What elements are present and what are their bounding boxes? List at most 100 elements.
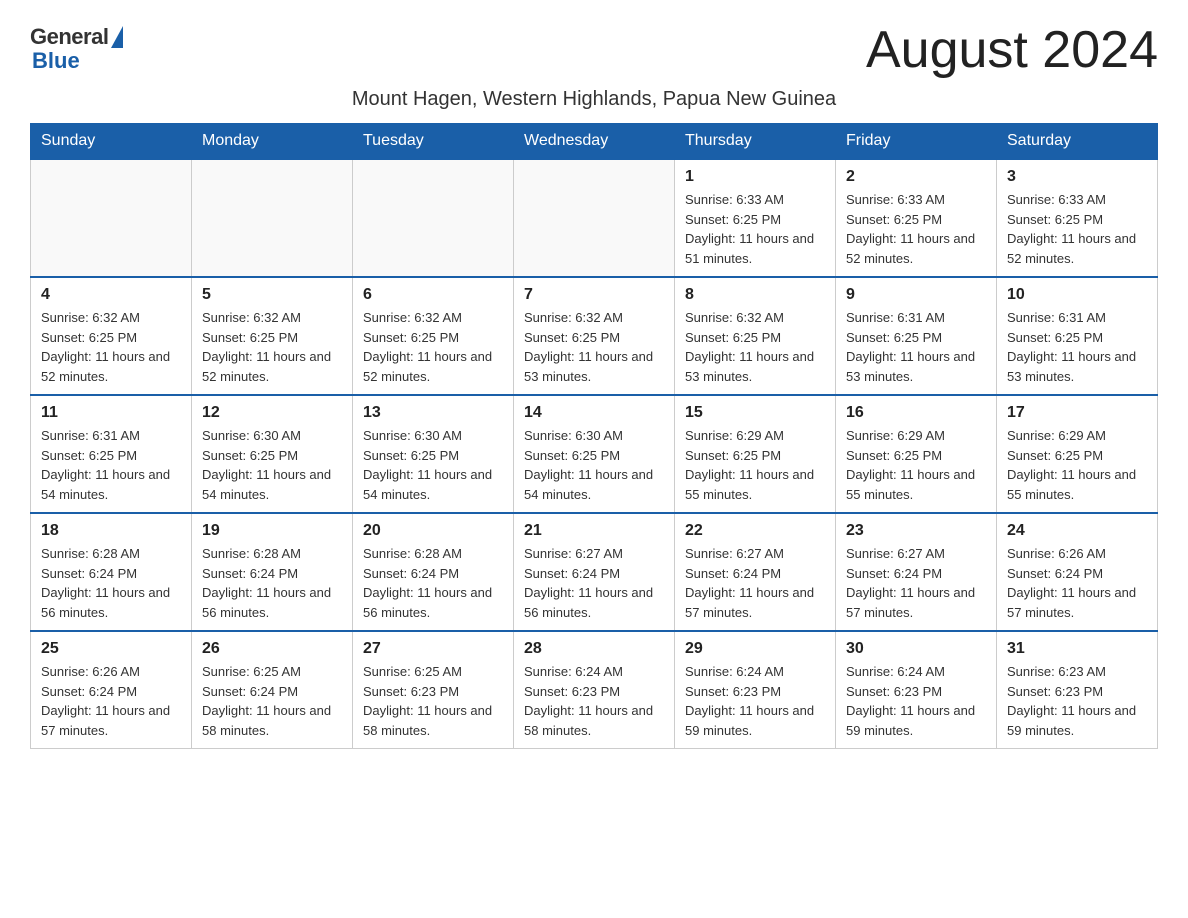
day-info: Sunrise: 6:24 AMSunset: 6:23 PMDaylight:… [685, 662, 825, 740]
calendar-cell [31, 159, 192, 277]
calendar-cell: 30 Sunrise: 6:24 AMSunset: 6:23 PMDayligh… [836, 631, 997, 749]
day-number: 19 [202, 522, 342, 540]
calendar-week-row: 25 Sunrise: 6:26 AMSunset: 6:24 PMDayligh… [31, 631, 1158, 749]
day-info: Sunrise: 6:33 AMSunset: 6:25 PMDaylight:… [846, 190, 986, 268]
calendar-week-row: 11Sunrise: 6:31 AMSunset: 6:25 PMDayligh… [31, 395, 1158, 513]
day-info: Sunrise: 6:28 AMSunset: 6:24 PMDaylight:… [363, 544, 503, 622]
calendar-cell [192, 159, 353, 277]
calendar-header-row: SundayMondayTuesdayWednesdayThursdayFrid… [31, 124, 1158, 160]
day-number: 13 [363, 404, 503, 422]
calendar-week-row: 4Sunrise: 6:32 AMSunset: 6:25 PMDaylight… [31, 277, 1158, 395]
weekday-header-tuesday: Tuesday [353, 124, 514, 160]
day-info: Sunrise: 6:33 AMSunset: 6:25 PMDaylight:… [685, 190, 825, 268]
weekday-header-thursday: Thursday [675, 124, 836, 160]
day-number: 3 [1007, 168, 1147, 186]
logo-general-text: General [30, 24, 108, 50]
calendar-cell: 12 Sunrise: 6:30 AMSunset: 6:25 PMDayligh… [192, 395, 353, 513]
day-info: Sunrise: 6:25 AMSunset: 6:23 PMDaylight:… [363, 662, 503, 740]
day-info: Sunrise: 6:23 AMSunset: 6:23 PMDaylight:… [1007, 662, 1147, 740]
calendar-cell: 2 Sunrise: 6:33 AMSunset: 6:25 PMDaylight… [836, 159, 997, 277]
calendar-cell: 26Sunrise: 6:25 AMSunset: 6:24 PMDayligh… [192, 631, 353, 749]
day-number: 22 [685, 522, 825, 540]
calendar-cell: 3 Sunrise: 6:33 AMSunset: 6:25 PMDaylight… [997, 159, 1158, 277]
calendar-cell: 24 Sunrise: 6:26 AMSunset: 6:24 PMDayligh… [997, 513, 1158, 631]
calendar-cell: 21 Sunrise: 6:27 AMSunset: 6:24 PMDayligh… [514, 513, 675, 631]
calendar-cell: 15 Sunrise: 6:29 AMSunset: 6:25 PMDayligh… [675, 395, 836, 513]
calendar-cell: 5 Sunrise: 6:32 AMSunset: 6:25 PMDaylight… [192, 277, 353, 395]
calendar-cell: 20Sunrise: 6:28 AMSunset: 6:24 PMDayligh… [353, 513, 514, 631]
day-info: Sunrise: 6:29 AMSunset: 6:25 PMDaylight:… [685, 426, 825, 504]
day-number: 10 [1007, 286, 1147, 304]
day-info: Sunrise: 6:30 AMSunset: 6:25 PMDaylight:… [524, 426, 664, 504]
calendar-cell: 17 Sunrise: 6:29 AMSunset: 6:25 PMDayligh… [997, 395, 1158, 513]
day-number: 17 [1007, 404, 1147, 422]
calendar-cell [353, 159, 514, 277]
day-number: 11 [41, 404, 181, 422]
calendar-cell: 14 Sunrise: 6:30 AMSunset: 6:25 PMDayligh… [514, 395, 675, 513]
day-info: Sunrise: 6:28 AMSunset: 6:24 PMDaylight:… [41, 544, 181, 622]
day-number: 30 [846, 640, 986, 658]
day-info: Sunrise: 6:32 AMSunset: 6:25 PMDaylight:… [363, 308, 503, 386]
calendar-cell: 1 Sunrise: 6:33 AMSunset: 6:25 PMDaylight… [675, 159, 836, 277]
day-number: 18 [41, 522, 181, 540]
weekday-header-friday: Friday [836, 124, 997, 160]
day-info: Sunrise: 6:30 AMSunset: 6:25 PMDaylight:… [363, 426, 503, 504]
day-number: 31 [1007, 640, 1147, 658]
calendar-cell: 28 Sunrise: 6:24 AMSunset: 6:23 PMDayligh… [514, 631, 675, 749]
day-info: Sunrise: 6:31 AMSunset: 6:25 PMDaylight:… [846, 308, 986, 386]
day-info: Sunrise: 6:24 AMSunset: 6:23 PMDaylight:… [846, 662, 986, 740]
calendar-cell: 13 Sunrise: 6:30 AMSunset: 6:25 PMDayligh… [353, 395, 514, 513]
location-title: Mount Hagen, Western Highlands, Papua Ne… [30, 88, 1158, 111]
day-info: Sunrise: 6:32 AMSunset: 6:25 PMDaylight:… [685, 308, 825, 386]
weekday-header-saturday: Saturday [997, 124, 1158, 160]
logo-blue-text: Blue [30, 48, 80, 74]
day-number: 2 [846, 168, 986, 186]
calendar-cell: 7 Sunrise: 6:32 AMSunset: 6:25 PMDaylight… [514, 277, 675, 395]
day-info: Sunrise: 6:32 AMSunset: 6:25 PMDaylight:… [202, 308, 342, 386]
logo-triangle-icon [111, 26, 123, 48]
day-number: 27 [363, 640, 503, 658]
day-number: 24 [1007, 522, 1147, 540]
day-number: 9 [846, 286, 986, 304]
day-info: Sunrise: 6:29 AMSunset: 6:25 PMDaylight:… [1007, 426, 1147, 504]
day-info: Sunrise: 6:32 AMSunset: 6:25 PMDaylight:… [524, 308, 664, 386]
calendar-cell: 11Sunrise: 6:31 AMSunset: 6:25 PMDayligh… [31, 395, 192, 513]
logo: General Blue [30, 20, 123, 74]
month-title: August 2024 [866, 20, 1158, 80]
calendar-cell: 16Sunrise: 6:29 AMSunset: 6:25 PMDayligh… [836, 395, 997, 513]
day-number: 5 [202, 286, 342, 304]
weekday-header-monday: Monday [192, 124, 353, 160]
calendar-table: SundayMondayTuesdayWednesdayThursdayFrid… [30, 123, 1158, 749]
day-number: 15 [685, 404, 825, 422]
calendar-cell: 23Sunrise: 6:27 AMSunset: 6:24 PMDayligh… [836, 513, 997, 631]
calendar-cell: 8 Sunrise: 6:32 AMSunset: 6:25 PMDaylight… [675, 277, 836, 395]
day-info: Sunrise: 6:33 AMSunset: 6:25 PMDaylight:… [1007, 190, 1147, 268]
day-number: 16 [846, 404, 986, 422]
day-number: 25 [41, 640, 181, 658]
day-number: 8 [685, 286, 825, 304]
calendar-cell: 18 Sunrise: 6:28 AMSunset: 6:24 PMDayligh… [31, 513, 192, 631]
day-number: 23 [846, 522, 986, 540]
day-number: 14 [524, 404, 664, 422]
day-number: 7 [524, 286, 664, 304]
calendar-cell: 22Sunrise: 6:27 AMSunset: 6:24 PMDayligh… [675, 513, 836, 631]
day-number: 1 [685, 168, 825, 186]
day-number: 12 [202, 404, 342, 422]
calendar-cell: 25 Sunrise: 6:26 AMSunset: 6:24 PMDayligh… [31, 631, 192, 749]
day-number: 21 [524, 522, 664, 540]
day-info: Sunrise: 6:30 AMSunset: 6:25 PMDaylight:… [202, 426, 342, 504]
calendar-cell: 4Sunrise: 6:32 AMSunset: 6:25 PMDaylight… [31, 277, 192, 395]
day-info: Sunrise: 6:27 AMSunset: 6:24 PMDaylight:… [524, 544, 664, 622]
calendar-cell: 19Sunrise: 6:28 AMSunset: 6:24 PMDayligh… [192, 513, 353, 631]
day-info: Sunrise: 6:26 AMSunset: 6:24 PMDaylight:… [41, 662, 181, 740]
day-info: Sunrise: 6:26 AMSunset: 6:24 PMDaylight:… [1007, 544, 1147, 622]
day-number: 29 [685, 640, 825, 658]
day-number: 28 [524, 640, 664, 658]
day-info: Sunrise: 6:24 AMSunset: 6:23 PMDaylight:… [524, 662, 664, 740]
calendar-cell: 6 Sunrise: 6:32 AMSunset: 6:25 PMDaylight… [353, 277, 514, 395]
day-info: Sunrise: 6:31 AMSunset: 6:25 PMDaylight:… [1007, 308, 1147, 386]
weekday-header-wednesday: Wednesday [514, 124, 675, 160]
weekday-header-sunday: Sunday [31, 124, 192, 160]
day-number: 6 [363, 286, 503, 304]
calendar-cell: 29 Sunrise: 6:24 AMSunset: 6:23 PMDayligh… [675, 631, 836, 749]
